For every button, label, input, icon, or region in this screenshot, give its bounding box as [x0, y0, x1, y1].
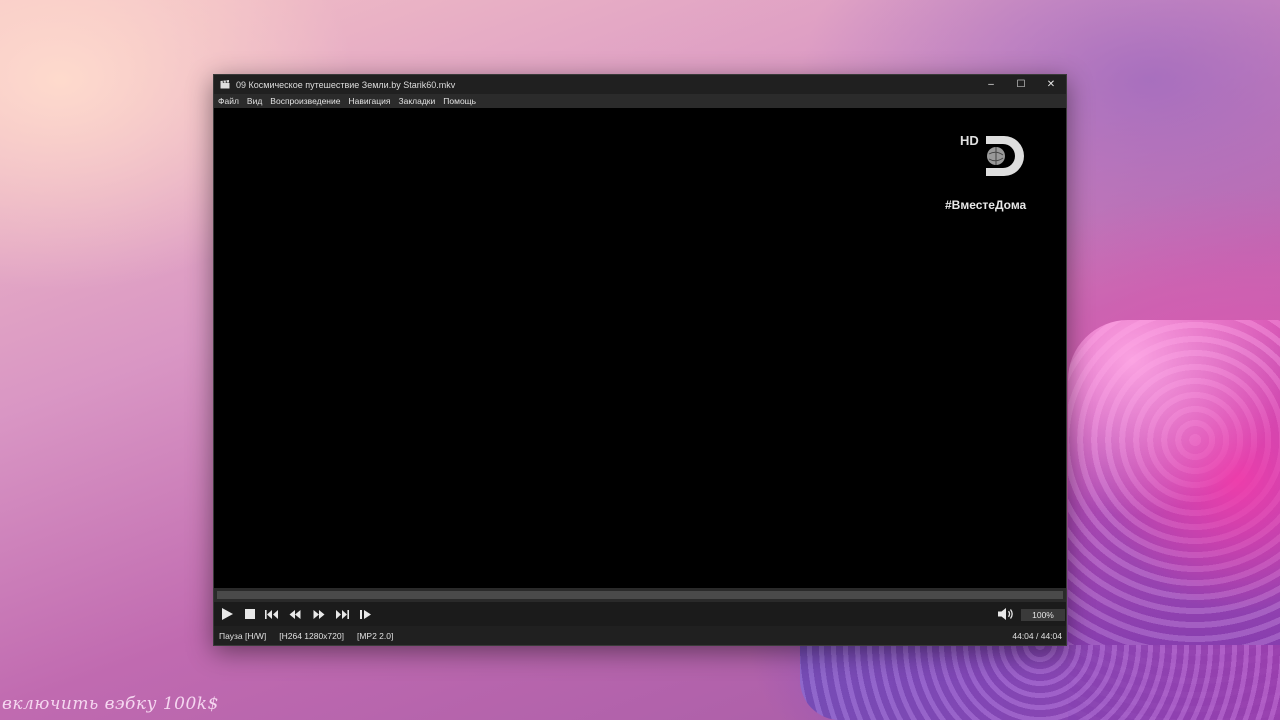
- logo-hd-text: HD: [960, 133, 979, 148]
- menu-item-file[interactable]: Файл: [214, 96, 243, 106]
- status-video-codec: [H264 1280x720]: [279, 630, 344, 641]
- status-audio-codec: [MP2 2.0]: [356, 630, 394, 641]
- previous-button[interactable]: [264, 606, 280, 622]
- stop-button[interactable]: [243, 606, 257, 622]
- frame-step-button[interactable]: [359, 606, 373, 622]
- rewind-icon: [289, 609, 301, 619]
- close-button[interactable]: ✕: [1036, 75, 1066, 94]
- skip-previous-icon: [265, 609, 278, 619]
- frame-step-icon: [360, 609, 371, 619]
- window-title: 09 Космическое путешествие Земли.by Star…: [236, 79, 456, 90]
- clapperboard-icon: [220, 80, 232, 90]
- play-icon: [222, 608, 233, 620]
- stop-icon: [245, 609, 255, 619]
- status-time: 44:04 / 44:04: [1012, 630, 1062, 641]
- seek-bar[interactable]: [214, 588, 1066, 602]
- channel-hashtag: #ВместеДома: [945, 198, 1027, 212]
- seek-track[interactable]: [217, 591, 1063, 599]
- media-player-window: 09 Космическое путешествие Земли.by Star…: [213, 74, 1067, 646]
- menu-item-bookmarks[interactable]: Закладки: [394, 96, 439, 106]
- menu-bar: Файл Вид Воспроизведение Навигация Закла…: [214, 94, 1066, 108]
- menu-item-navigation[interactable]: Навигация: [344, 96, 394, 106]
- menu-item-view[interactable]: Вид: [243, 96, 266, 106]
- minimize-button[interactable]: –: [976, 75, 1006, 94]
- title-bar[interactable]: 09 Космическое путешествие Земли.by Star…: [214, 75, 1066, 94]
- speaker-icon: [998, 608, 1013, 620]
- fast-forward-icon: [313, 609, 325, 619]
- desktop-wallpaper-shape-bottom: [800, 645, 1280, 720]
- volume-button[interactable]: [997, 606, 1017, 622]
- rewind-button[interactable]: [288, 606, 302, 622]
- video-area[interactable]: HD #ВместеДома: [214, 108, 1066, 588]
- menu-item-help[interactable]: Помощь: [439, 96, 480, 106]
- discovery-hd-logo: HD: [960, 133, 1024, 176]
- next-button[interactable]: [334, 606, 350, 622]
- desktop-watermark: включить вэбку 100k$: [2, 694, 219, 714]
- skip-next-icon: [336, 609, 349, 619]
- volume-level[interactable]: 100%: [1021, 609, 1065, 621]
- menu-item-playback[interactable]: Воспроизведение: [266, 96, 344, 106]
- playback-controls: 100%: [214, 602, 1066, 626]
- fast-forward-button[interactable]: [312, 606, 326, 622]
- status-bar: Пауза [H/W] [H264 1280x720] [MP2 2.0] 44…: [214, 626, 1066, 645]
- status-state: Пауза [H/W]: [219, 630, 267, 641]
- maximize-button[interactable]: ☐: [1006, 75, 1036, 94]
- play-button[interactable]: [219, 606, 235, 622]
